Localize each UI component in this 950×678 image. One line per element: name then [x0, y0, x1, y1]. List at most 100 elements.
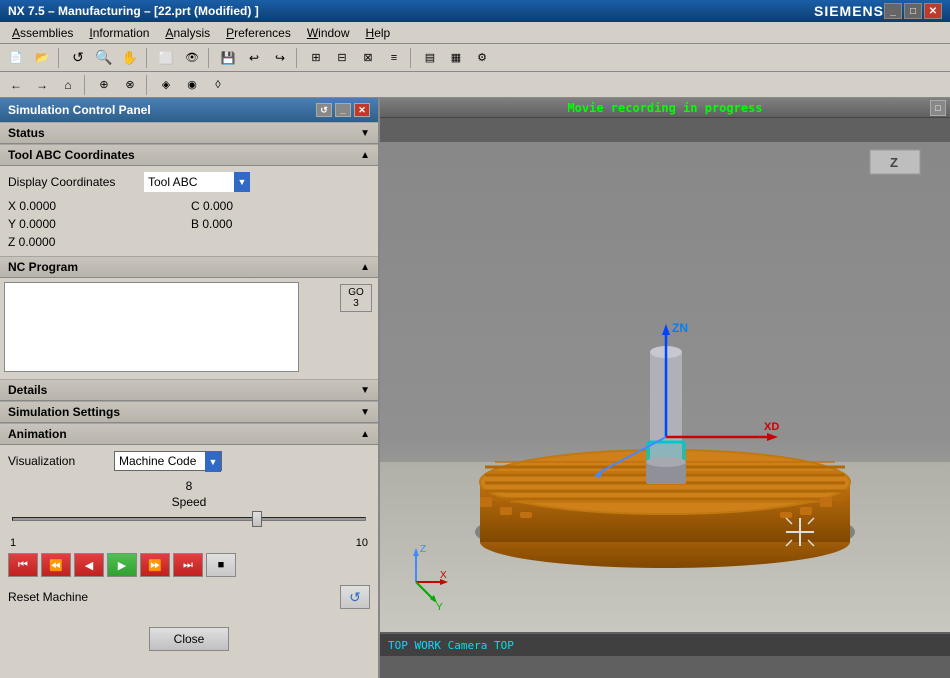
tb-box[interactable]: ⬜	[154, 46, 178, 70]
close-panel-button[interactable]: Close	[149, 627, 229, 651]
tb-open[interactable]: 📂	[30, 46, 54, 70]
tb2-a[interactable]: ◈	[154, 73, 178, 97]
tb-redo[interactable]: ↪	[268, 46, 292, 70]
nc-program-header[interactable]: NC Program ▲	[0, 256, 378, 278]
window-title: NX 7.5 – Manufacturing – [22.prt (Modifi…	[8, 4, 814, 18]
speed-value-row: 8	[8, 479, 370, 493]
panel-refresh-btn[interactable]: ↺	[316, 103, 332, 117]
coord-grid: X 0.0000 C 0.000 Y 0.0000 B 0.000 Z 0.00…	[8, 198, 370, 250]
speed-slider-thumb[interactable]	[252, 511, 262, 527]
panel-title-bar: Simulation Control Panel ↺ _ ✕	[0, 98, 378, 122]
animation-arrow-icon: ▲	[360, 429, 370, 440]
panel-minimize-btn[interactable]: _	[335, 103, 351, 117]
tb-rotate[interactable]: ↺	[66, 46, 90, 70]
stop-button[interactable]: ■	[206, 553, 236, 577]
speed-label-row: Speed	[8, 495, 370, 509]
viewport-expand-button[interactable]: □	[930, 100, 946, 116]
tb-sep5	[410, 48, 414, 68]
tool-coords-section: Tool ABC Coordinates ▲ Display Coordinat…	[0, 144, 378, 256]
tb-sep1	[58, 48, 62, 68]
main-toolbar: 📄 📂 ↺ 🔍 ✋ ⬜ 👁 💾 ↩ ↪ ⊞ ⊟ ⊠ ≡ ▤ ▦ ⚙	[0, 44, 950, 72]
c-coord-label: C 0.000	[191, 199, 233, 213]
tb-settings[interactable]: ⚙	[470, 46, 494, 70]
scene-svg: ZN XD Z Z X	[380, 118, 950, 656]
tb2-select[interactable]: ⊕	[92, 73, 116, 97]
nc-go-button[interactable]: GO3	[340, 284, 372, 312]
tb2-home[interactable]: ⌂	[56, 73, 80, 97]
fast-forward-button[interactable]: ⏭	[173, 553, 203, 577]
tb-extra3[interactable]: ⊠	[356, 46, 380, 70]
tb-extra2[interactable]: ⊟	[330, 46, 354, 70]
step-back-button[interactable]: ⏪	[41, 553, 71, 577]
tool-coords-content: Display Coordinates Tool ABC ▼ X 0.0000 …	[0, 166, 378, 256]
tb2-b[interactable]: ◉	[180, 73, 204, 97]
viewport: Movie recording in progress □	[380, 98, 950, 678]
tb-sep3	[208, 48, 212, 68]
window-controls: _ □ ✕	[884, 3, 942, 19]
visualization-dropdown-wrap: Machine Code ▼	[114, 451, 222, 471]
step-forward-button[interactable]: ⏩	[140, 553, 170, 577]
play-forward-button[interactable]: ▶	[107, 553, 137, 577]
y-coord: Y 0.0000	[8, 216, 187, 232]
tb-new[interactable]: 📄	[4, 46, 28, 70]
visualization-row: Visualization Machine Code ▼	[8, 451, 370, 471]
viewport-status-bar: TOP WORK Camera TOP	[380, 634, 950, 656]
maximize-button[interactable]: □	[904, 3, 922, 19]
tb-zoom[interactable]: 🔍	[92, 46, 116, 70]
visualization-dropdown-arrow[interactable]: ▼	[205, 452, 221, 472]
tb-pan[interactable]: ✋	[118, 46, 142, 70]
tb-sep2	[146, 48, 150, 68]
tb2-filter[interactable]: ⊗	[118, 73, 142, 97]
tb2-forward[interactable]: →	[30, 73, 54, 97]
slider-min-label: 1	[10, 537, 16, 549]
viewport-3d[interactable]: ZN XD Z Z X	[380, 118, 950, 656]
tool-coords-header[interactable]: Tool ABC Coordinates ▲	[0, 144, 378, 166]
details-header[interactable]: Details ▼	[0, 379, 378, 401]
tb-extra4[interactable]: ≡	[382, 46, 406, 70]
z-coord: Z 0.0000	[8, 234, 187, 250]
play-reverse-button[interactable]: ◀	[74, 553, 104, 577]
menu-analysis[interactable]: Analysis	[157, 24, 218, 42]
slider-labels: 1 10	[8, 537, 370, 549]
menu-window[interactable]: Window	[299, 24, 358, 42]
display-coords-value[interactable]: Tool ABC	[144, 172, 234, 192]
tb2-sep2	[146, 75, 150, 95]
nc-textarea[interactable]	[4, 282, 299, 372]
sim-settings-header[interactable]: Simulation Settings ▼	[0, 401, 378, 423]
status-header[interactable]: Status ▼	[0, 122, 378, 144]
tb-layers[interactable]: ▤	[418, 46, 442, 70]
close-window-button[interactable]: ✕	[924, 3, 942, 19]
svg-text:Y: Y	[436, 602, 443, 613]
tb-save[interactable]: 💾	[216, 46, 240, 70]
tb2-c[interactable]: ◊	[206, 73, 230, 97]
main-area: Simulation Control Panel ↺ _ ✕ Status ▼ …	[0, 98, 950, 678]
tb-view[interactable]: 👁	[180, 46, 204, 70]
menu-help[interactable]: Help	[358, 24, 399, 42]
b-coord-label: B 0.000	[191, 217, 232, 231]
tb2-back[interactable]: ←	[4, 73, 28, 97]
x-coord-label: X 0.0000	[8, 199, 56, 213]
viewport-status-text: TOP WORK Camera TOP	[388, 639, 514, 652]
tool-coords-arrow-icon: ▲	[360, 150, 370, 161]
reset-machine-button[interactable]: ↺	[340, 585, 370, 609]
rewind-to-start-button[interactable]: ⏮	[8, 553, 38, 577]
sim-settings-section: Simulation Settings ▼	[0, 401, 378, 423]
minimize-button[interactable]: _	[884, 3, 902, 19]
display-coords-dropdown-arrow[interactable]: ▼	[234, 172, 250, 192]
menu-information[interactable]: Information	[81, 24, 157, 42]
secondary-toolbar: ← → ⌂ ⊕ ⊗ ◈ ◉ ◊	[0, 72, 950, 98]
tb-extra1[interactable]: ⊞	[304, 46, 328, 70]
tb-undo[interactable]: ↩	[242, 46, 266, 70]
tb-display[interactable]: ▦	[444, 46, 468, 70]
movie-recording-text: Movie recording in progress	[567, 101, 762, 115]
reset-machine-label: Reset Machine	[8, 590, 88, 604]
title-bar: NX 7.5 – Manufacturing – [22.prt (Modifi…	[0, 0, 950, 22]
menu-assemblies[interactable]: Assemblies	[4, 24, 81, 42]
visualization-value[interactable]: Machine Code	[115, 452, 205, 470]
svg-text:X: X	[440, 570, 447, 581]
animation-header[interactable]: Animation ▲	[0, 423, 378, 445]
slider-max-label: 10	[356, 537, 368, 549]
menu-preferences[interactable]: Preferences	[218, 24, 299, 42]
panel-close-btn[interactable]: ✕	[354, 103, 370, 117]
close-button-row: Close	[0, 619, 378, 659]
